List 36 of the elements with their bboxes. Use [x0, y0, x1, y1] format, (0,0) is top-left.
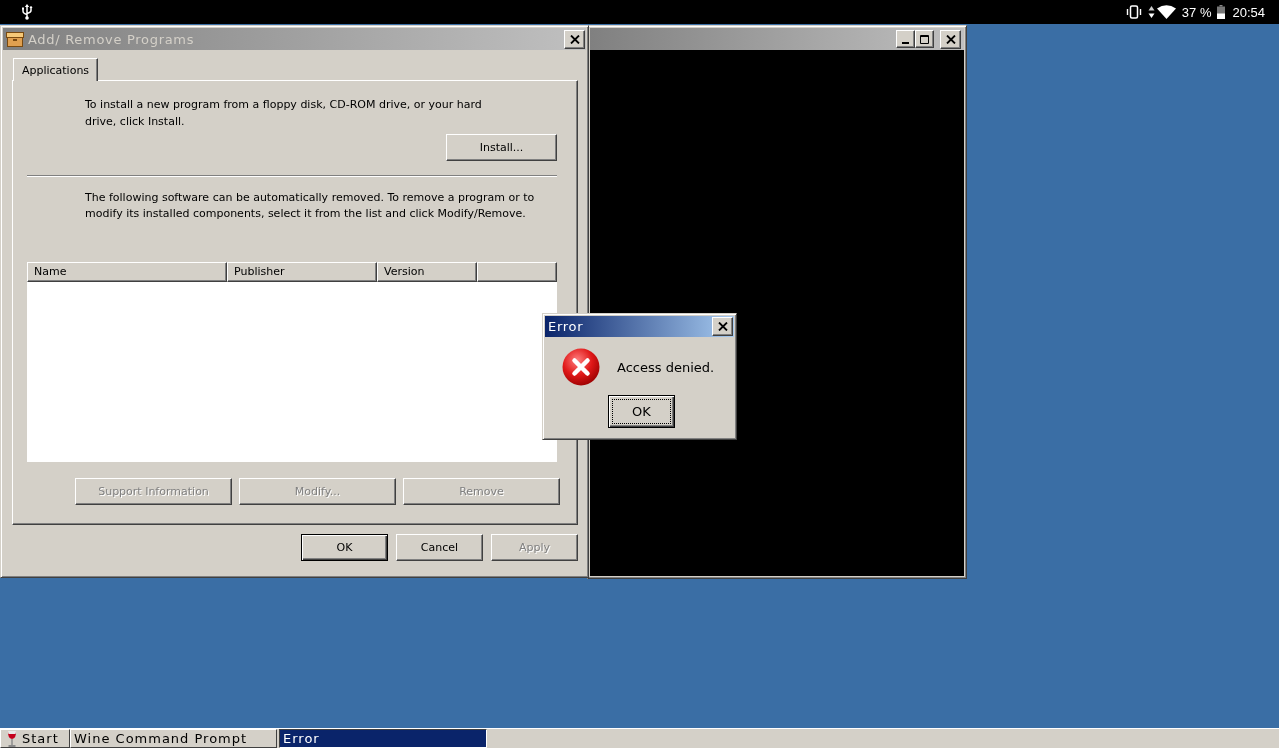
maximize-button[interactable] — [915, 30, 934, 48]
column-header[interactable]: Publisher — [227, 262, 377, 282]
ok-button[interactable]: OK — [301, 534, 388, 561]
start-button[interactable]: Start — [0, 729, 70, 748]
close-button[interactable] — [712, 317, 733, 336]
battery-icon — [1217, 5, 1226, 19]
ok-button[interactable]: OK — [608, 395, 675, 428]
remove-instructions: The following software can be automatically removed. To remove a program or to modify its installed components, select it from the list and click Modify/Remove. — [85, 190, 536, 222]
clock-time: 20:54 — [1232, 4, 1265, 20]
install-instructions: To install a new program from a floppy disk, CD-ROM drive, or your hard drive, click Install. — [85, 97, 483, 130]
install-button[interactable]: Install... — [446, 134, 557, 161]
vibrate-icon — [1125, 5, 1142, 19]
wifi-icon — [1156, 5, 1176, 19]
taskbar-button[interactable]: Wine Command Prompt — [70, 729, 277, 748]
column-header[interactable]: Version — [377, 262, 477, 282]
data-arrows-icon — [1147, 5, 1155, 19]
window-title: Add/ Remove Programs — [28, 31, 195, 47]
column-header[interactable]: Name — [27, 262, 227, 282]
tab[interactable]: Applications — [13, 58, 98, 81]
minimize-icon — [902, 42, 909, 44]
close-icon — [945, 34, 956, 44]
taskbar-button[interactable]: Error — [279, 729, 487, 748]
window-title: Error — [548, 319, 584, 334]
error-message: Access denied. — [617, 359, 715, 375]
wine-glass-icon — [7, 730, 17, 747]
close-button[interactable] — [940, 29, 961, 49]
close-icon — [569, 34, 580, 44]
box-icon — [6, 30, 24, 48]
maximize-icon — [920, 34, 929, 44]
close-icon — [717, 322, 728, 331]
error-icon — [562, 348, 600, 386]
usb-icon — [21, 4, 33, 20]
minimize-button[interactable] — [896, 30, 915, 48]
cancel-button[interactable]: Cancel — [396, 534, 483, 561]
battery-percent: 37 % — [1181, 4, 1212, 20]
close-button[interactable] — [564, 29, 585, 49]
